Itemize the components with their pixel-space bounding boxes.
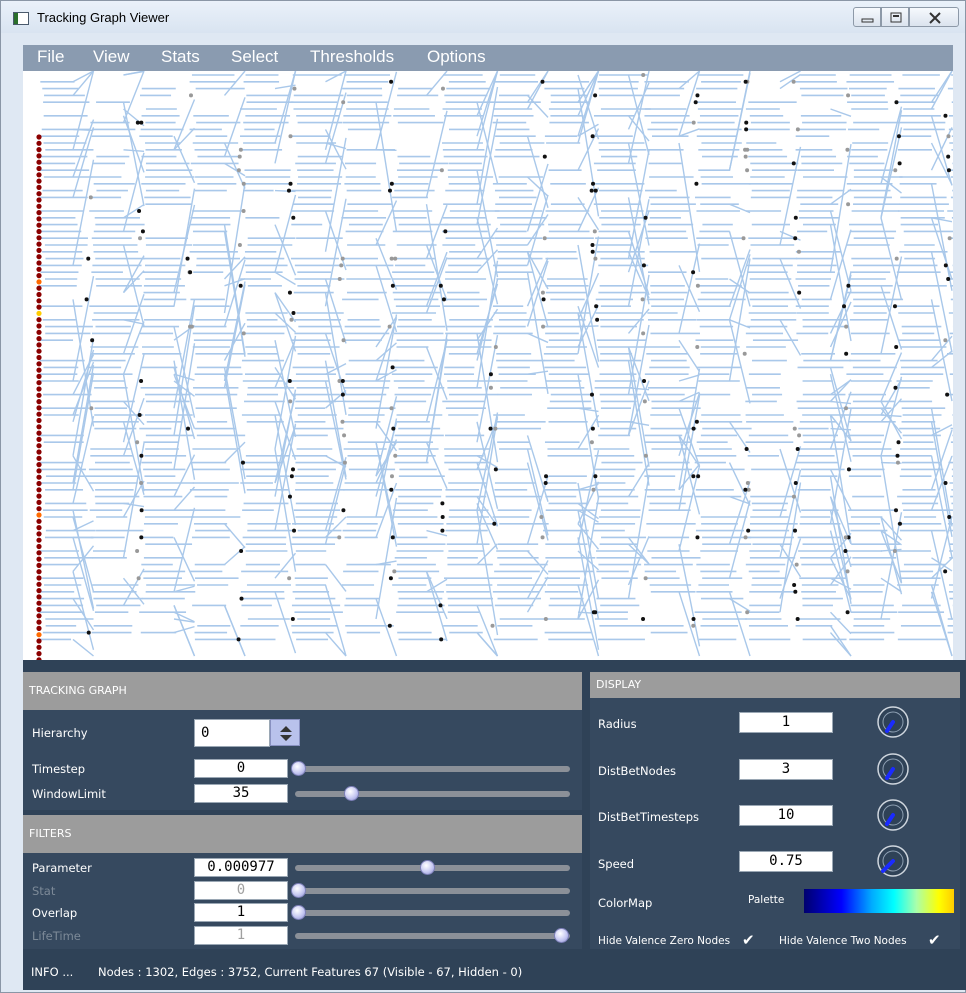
- hide-valence-zero-label: Hide Valence Zero Nodes: [598, 935, 731, 947]
- menu-stats[interactable]: Stats: [161, 47, 200, 67]
- speed-dial[interactable]: [875, 843, 911, 879]
- dist-bet-timesteps-dial[interactable]: [875, 797, 911, 833]
- status-text: Nodes : 1302, Edges : 3752, Current Feat…: [98, 965, 523, 979]
- menu-thresholds[interactable]: Thresholds: [310, 47, 394, 67]
- radius-label: Radius: [598, 717, 637, 731]
- window-title: Tracking Graph Viewer: [37, 10, 170, 25]
- app-icon: [13, 12, 29, 25]
- hide-valence-two-checkbox[interactable]: ✔: [928, 931, 941, 949]
- minimize-button[interactable]: [853, 7, 881, 27]
- lifetime-label: LifeTime: [32, 929, 81, 943]
- timestep-field[interactable]: 0: [194, 759, 288, 778]
- hierarchy-spinbox[interactable]: 0: [194, 719, 270, 747]
- status-bar: INFO ... Nodes : 1302, Edges : 3752, Cur…: [23, 953, 966, 990]
- radius-field[interactable]: 1: [739, 712, 833, 733]
- timestep-slider-track[interactable]: [295, 766, 570, 772]
- dist-bet-timesteps-field[interactable]: 10: [739, 805, 833, 826]
- close-button[interactable]: [909, 7, 959, 27]
- stat-label: Stat: [32, 884, 56, 898]
- app-window: Tracking Graph Viewer File View Stats Se…: [0, 0, 966, 993]
- display-header: DISPLAY: [590, 672, 960, 698]
- overlap-slider-track[interactable]: [295, 910, 570, 916]
- window-limit-label: WindowLimit: [32, 787, 106, 801]
- control-panel: TRACKING GRAPH Hierarchy 0 Timestep 0 Wi…: [23, 660, 966, 990]
- hide-valence-two-label: Hide Valence Two Nodes: [779, 935, 907, 947]
- dist-bet-nodes-field[interactable]: 3: [739, 759, 833, 780]
- lifetime-slider-handle[interactable]: [554, 928, 569, 943]
- timestep-label: Timestep: [32, 762, 86, 776]
- lifetime-field[interactable]: 1: [194, 926, 288, 945]
- title-bar: Tracking Graph Viewer: [1, 1, 965, 33]
- speed-field[interactable]: 0.75: [739, 851, 833, 872]
- parameter-slider-handle[interactable]: [419, 860, 435, 875]
- lifetime-slider-track[interactable]: [295, 933, 570, 939]
- colormap-palette[interactable]: [804, 889, 954, 913]
- tracking-graph-canvas[interactable]: [23, 71, 953, 660]
- menu-file[interactable]: File: [37, 47, 64, 67]
- menu-view[interactable]: View: [93, 47, 130, 67]
- colormap-label: ColorMap: [598, 896, 653, 910]
- window-limit-field[interactable]: 35: [194, 784, 288, 803]
- parameter-field[interactable]: 0.000977: [194, 858, 288, 877]
- filters-header: FILTERS: [23, 815, 582, 853]
- maximize-button[interactable]: [881, 7, 909, 27]
- hide-valence-zero-checkbox[interactable]: ✔: [742, 931, 755, 949]
- radius-dial[interactable]: [875, 704, 911, 740]
- overlap-slider-handle[interactable]: [291, 905, 306, 920]
- stat-slider-track[interactable]: [295, 888, 570, 894]
- menu-options[interactable]: Options: [427, 47, 486, 67]
- speed-label: Speed: [598, 857, 635, 871]
- overlap-field[interactable]: 1: [194, 903, 288, 922]
- menu-bar: File View Stats Select Thresholds Option…: [23, 45, 953, 71]
- tracking-graph: [36, 71, 953, 660]
- window-limit-slider-handle[interactable]: [343, 786, 359, 801]
- timestep-slider-handle[interactable]: [291, 761, 306, 776]
- menu-select[interactable]: Select: [231, 47, 278, 67]
- hierarchy-label: Hierarchy: [32, 726, 88, 740]
- palette-label: Palette: [748, 894, 785, 906]
- dist-bet-timesteps-label: DistBetTimesteps: [598, 810, 700, 824]
- dist-bet-nodes-label: DistBetNodes: [598, 764, 677, 778]
- overlap-label: Overlap: [32, 906, 78, 920]
- tracking-graph-header: TRACKING GRAPH: [23, 672, 582, 710]
- stat-slider-handle[interactable]: [291, 883, 306, 898]
- window-limit-slider-track[interactable]: [295, 791, 570, 797]
- stat-field[interactable]: 0: [194, 881, 288, 900]
- parameter-label: Parameter: [32, 861, 92, 875]
- status-prefix: INFO ...: [31, 965, 74, 979]
- dist-bet-nodes-dial[interactable]: [875, 751, 911, 787]
- hierarchy-spin-arrows[interactable]: [270, 719, 300, 746]
